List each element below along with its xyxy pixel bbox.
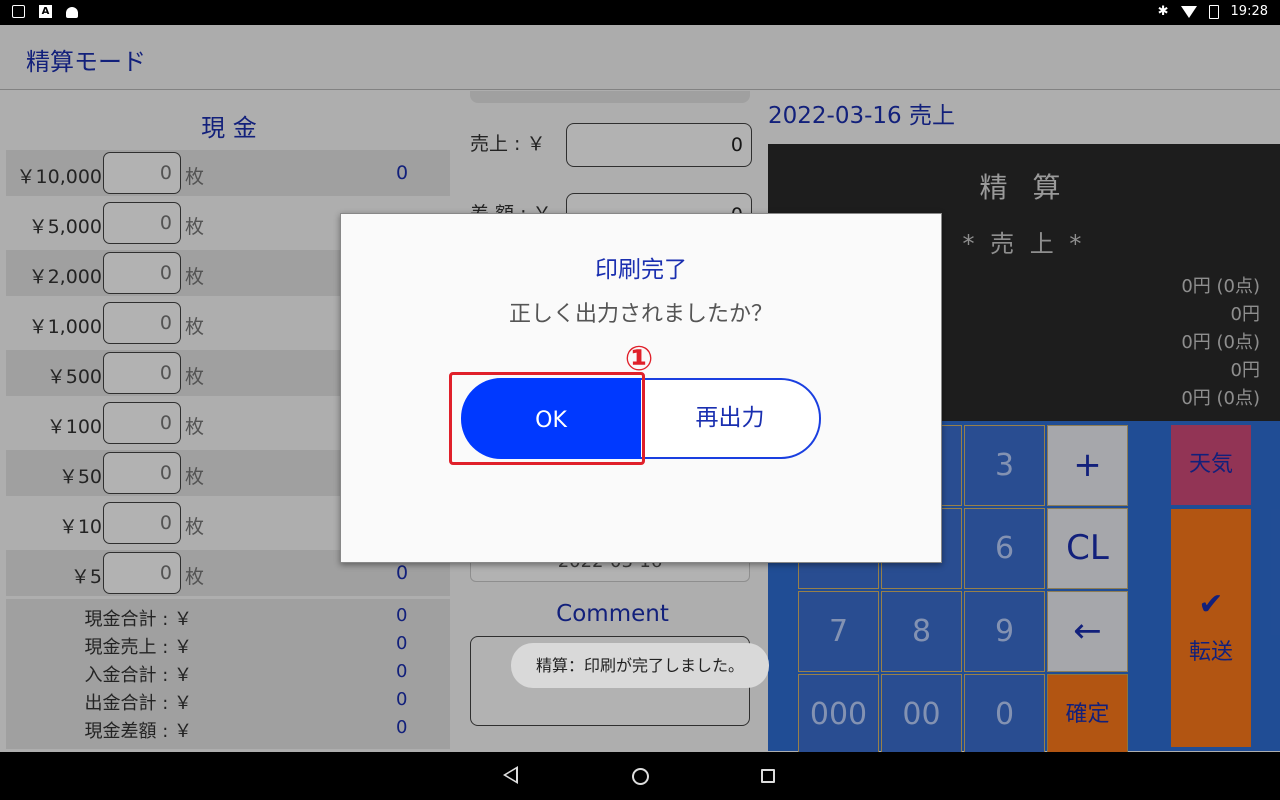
print-complete-dialog: 印刷完了 正しく出力されましたか？ ① OK 再出力 — [340, 213, 942, 563]
status-bar: A ✱ 19:28 — [0, 0, 1280, 25]
reprint-button[interactable]: 再出力 — [641, 378, 821, 459]
recent-apps-icon[interactable] — [761, 769, 775, 783]
dialog-message: 正しく出力されましたか？ — [508, 302, 773, 327]
status-time: 19:28 — [1230, 4, 1268, 19]
status-icons-right: ✱ 19:28 — [1158, 4, 1268, 19]
highlight-box — [449, 372, 645, 465]
battery-icon — [1208, 4, 1219, 19]
image-icon — [12, 5, 25, 18]
home-icon[interactable] — [632, 768, 649, 785]
status-icons-left: A — [12, 5, 78, 18]
android-icon — [66, 7, 78, 18]
bluetooth-icon: ✱ — [1157, 4, 1169, 19]
back-icon-inner — [506, 769, 516, 781]
wifi-icon — [1180, 5, 1197, 18]
toast-message: 精算：印刷が完了しました。 — [511, 643, 769, 688]
a-icon: A — [39, 5, 52, 18]
dialog-title: 印刷完了 — [595, 257, 687, 283]
navigation-bar — [0, 752, 1280, 800]
